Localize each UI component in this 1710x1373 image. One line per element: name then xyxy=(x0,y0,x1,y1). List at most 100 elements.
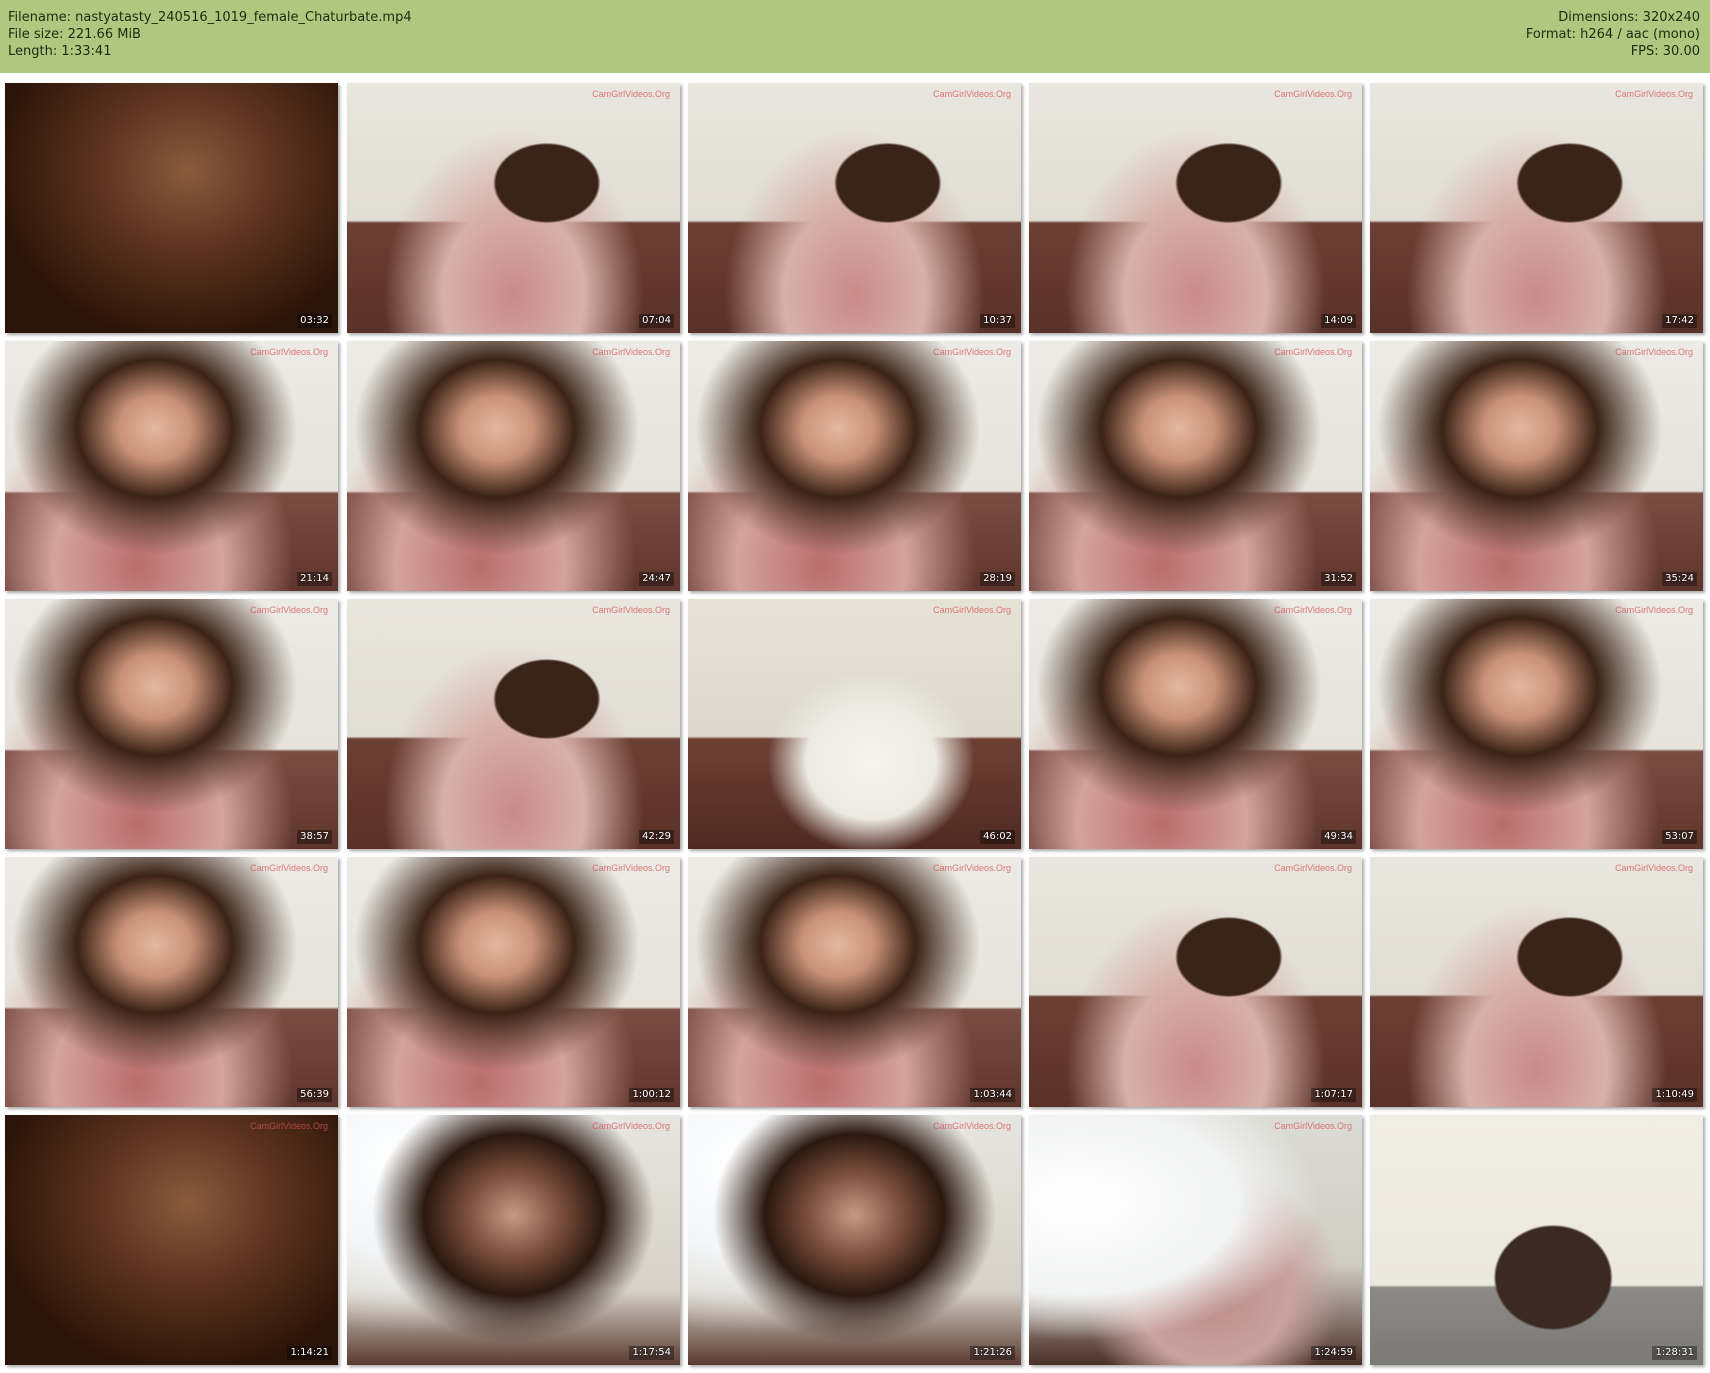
watermark-text: CamGirlVideos.Org xyxy=(1615,89,1693,99)
timestamp-label: 56:39 xyxy=(297,1088,332,1102)
timestamp-label: 1:03:44 xyxy=(970,1088,1015,1102)
timestamp-label: 1:21:26 xyxy=(970,1346,1015,1360)
thumbnail: CamGirlVideos.Org 53:07 xyxy=(1370,599,1703,849)
timestamp-label: 1:07:17 xyxy=(1311,1088,1356,1102)
video-frame-image xyxy=(688,83,1021,333)
format-label: Format: h264 / aac (mono) xyxy=(1525,27,1700,42)
header-right-info: Dimensions: 320x240 Format: h264 / aac (… xyxy=(1526,9,1700,60)
thumbnail: 1:28:31 xyxy=(1370,1115,1703,1365)
video-frame-image xyxy=(688,599,1021,849)
timestamp-label: 1:28:31 xyxy=(1652,1346,1697,1360)
watermark-text: CamGirlVideos.Org xyxy=(1274,863,1352,873)
filename-label: Filename: nastyatasty_240516_1019_female… xyxy=(8,10,412,25)
video-frame-image xyxy=(5,1115,338,1365)
watermark-text: CamGirlVideos.Org xyxy=(933,863,1011,873)
thumbnail: CamGirlVideos.Org 14:09 xyxy=(1029,83,1362,333)
timestamp-label: 1:24:59 xyxy=(1311,1346,1356,1360)
video-frame-image xyxy=(1370,857,1703,1107)
video-frame-image xyxy=(347,857,680,1107)
thumbnail: CamGirlVideos.Org 35:24 xyxy=(1370,341,1703,591)
watermark-text: CamGirlVideos.Org xyxy=(1274,347,1352,357)
watermark-text: CamGirlVideos.Org xyxy=(933,1121,1011,1131)
watermark-text: CamGirlVideos.Org xyxy=(933,89,1011,99)
thumbnail: CamGirlVideos.Org 1:03:44 xyxy=(688,857,1021,1107)
watermark-text: CamGirlVideos.Org xyxy=(592,863,670,873)
timestamp-label: 1:17:54 xyxy=(629,1346,674,1360)
thumbnail: CamGirlVideos.Org 10:37 xyxy=(688,83,1021,333)
timestamp-label: 28:19 xyxy=(980,572,1015,586)
timestamp-label: 07:04 xyxy=(639,314,674,328)
video-frame-image xyxy=(1370,599,1703,849)
timestamp-label: 21:14 xyxy=(297,572,332,586)
dimensions-label: Dimensions: 320x240 xyxy=(1558,10,1700,25)
video-frame-image xyxy=(347,1115,680,1365)
video-frame-image xyxy=(5,341,338,591)
header-left-info: Filename: nastyatasty_240516_1019_female… xyxy=(8,9,412,60)
watermark-text: CamGirlVideos.Org xyxy=(250,863,328,873)
video-frame-image xyxy=(1029,599,1362,849)
watermark-text: CamGirlVideos.Org xyxy=(1274,89,1352,99)
thumbnail: CamGirlVideos.Org 21:14 xyxy=(5,341,338,591)
video-frame-image xyxy=(688,857,1021,1107)
video-frame-image xyxy=(347,83,680,333)
timestamp-label: 24:47 xyxy=(639,572,674,586)
watermark-text: CamGirlVideos.Org xyxy=(933,347,1011,357)
watermark-text: CamGirlVideos.Org xyxy=(592,605,670,615)
thumbnail: CamGirlVideos.Org 1:14:21 xyxy=(5,1115,338,1365)
thumbnail: CamGirlVideos.Org 1:17:54 xyxy=(347,1115,680,1365)
thumbnail: CamGirlVideos.Org 17:42 xyxy=(1370,83,1703,333)
thumbnail: CamGirlVideos.Org 1:10:49 xyxy=(1370,857,1703,1107)
timestamp-label: 17:42 xyxy=(1662,314,1697,328)
filesize-label: File size: 221.66 MiB xyxy=(8,27,141,42)
video-frame-image xyxy=(1029,857,1362,1107)
watermark-text: CamGirlVideos.Org xyxy=(1274,605,1352,615)
watermark-text: CamGirlVideos.Org xyxy=(1274,1121,1352,1131)
video-frame-image xyxy=(1370,1115,1703,1365)
thumbnail: CamGirlVideos.Org 07:04 xyxy=(347,83,680,333)
watermark-text: CamGirlVideos.Org xyxy=(1615,605,1693,615)
timestamp-label: 49:34 xyxy=(1321,830,1356,844)
watermark-text: CamGirlVideos.Org xyxy=(250,347,328,357)
watermark-text: CamGirlVideos.Org xyxy=(250,605,328,615)
timestamp-label: 35:24 xyxy=(1662,572,1697,586)
thumbnail: 03:32 xyxy=(5,83,338,333)
thumbnail: CamGirlVideos.Org 56:39 xyxy=(5,857,338,1107)
timestamp-label: 42:29 xyxy=(639,830,674,844)
watermark-text: CamGirlVideos.Org xyxy=(933,605,1011,615)
fps-label: FPS: 30.00 xyxy=(1630,44,1700,59)
timestamp-label: 10:37 xyxy=(980,314,1015,328)
timestamp-label: 46:02 xyxy=(980,830,1015,844)
video-frame-image xyxy=(5,857,338,1107)
watermark-text: CamGirlVideos.Org xyxy=(592,1121,670,1131)
thumbnail: CamGirlVideos.Org 1:07:17 xyxy=(1029,857,1362,1107)
watermark-text: CamGirlVideos.Org xyxy=(592,347,670,357)
watermark-text: CamGirlVideos.Org xyxy=(592,89,670,99)
thumbnail: CamGirlVideos.Org 49:34 xyxy=(1029,599,1362,849)
video-frame-image xyxy=(688,1115,1021,1365)
length-label: Length: 1:33:41 xyxy=(8,44,112,59)
timestamp-label: 1:10:49 xyxy=(1652,1088,1697,1102)
video-frame-image xyxy=(1029,341,1362,591)
video-frame-image xyxy=(5,83,338,333)
video-frame-image xyxy=(1370,83,1703,333)
thumbnail: CamGirlVideos.Org 28:19 xyxy=(688,341,1021,591)
video-frame-image xyxy=(5,599,338,849)
timestamp-label: 31:52 xyxy=(1321,572,1356,586)
thumbnail: CamGirlVideos.Org 1:00:12 xyxy=(347,857,680,1107)
info-header: Filename: nastyatasty_240516_1019_female… xyxy=(0,0,1710,73)
thumbnail: CamGirlVideos.Org 1:24:59 xyxy=(1029,1115,1362,1365)
timestamp-label: 38:57 xyxy=(297,830,332,844)
timestamp-label: 1:14:21 xyxy=(287,1346,332,1360)
video-frame-image xyxy=(1029,83,1362,333)
video-frame-image xyxy=(1370,341,1703,591)
thumbnail: CamGirlVideos.Org 42:29 xyxy=(347,599,680,849)
watermark-text: CamGirlVideos.Org xyxy=(1615,863,1693,873)
timestamp-label: 03:32 xyxy=(297,314,332,328)
video-frame-image xyxy=(347,599,680,849)
thumbnail: CamGirlVideos.Org 46:02 xyxy=(688,599,1021,849)
thumbnail-grid: 03:32 CamGirlVideos.Org 07:04 CamGirlVideos… xyxy=(0,73,1710,1373)
watermark-text: CamGirlVideos.Org xyxy=(1615,347,1693,357)
thumbnail: CamGirlVideos.Org 1:21:26 xyxy=(688,1115,1021,1365)
video-frame-image xyxy=(1029,1115,1362,1365)
video-frame-image xyxy=(347,341,680,591)
